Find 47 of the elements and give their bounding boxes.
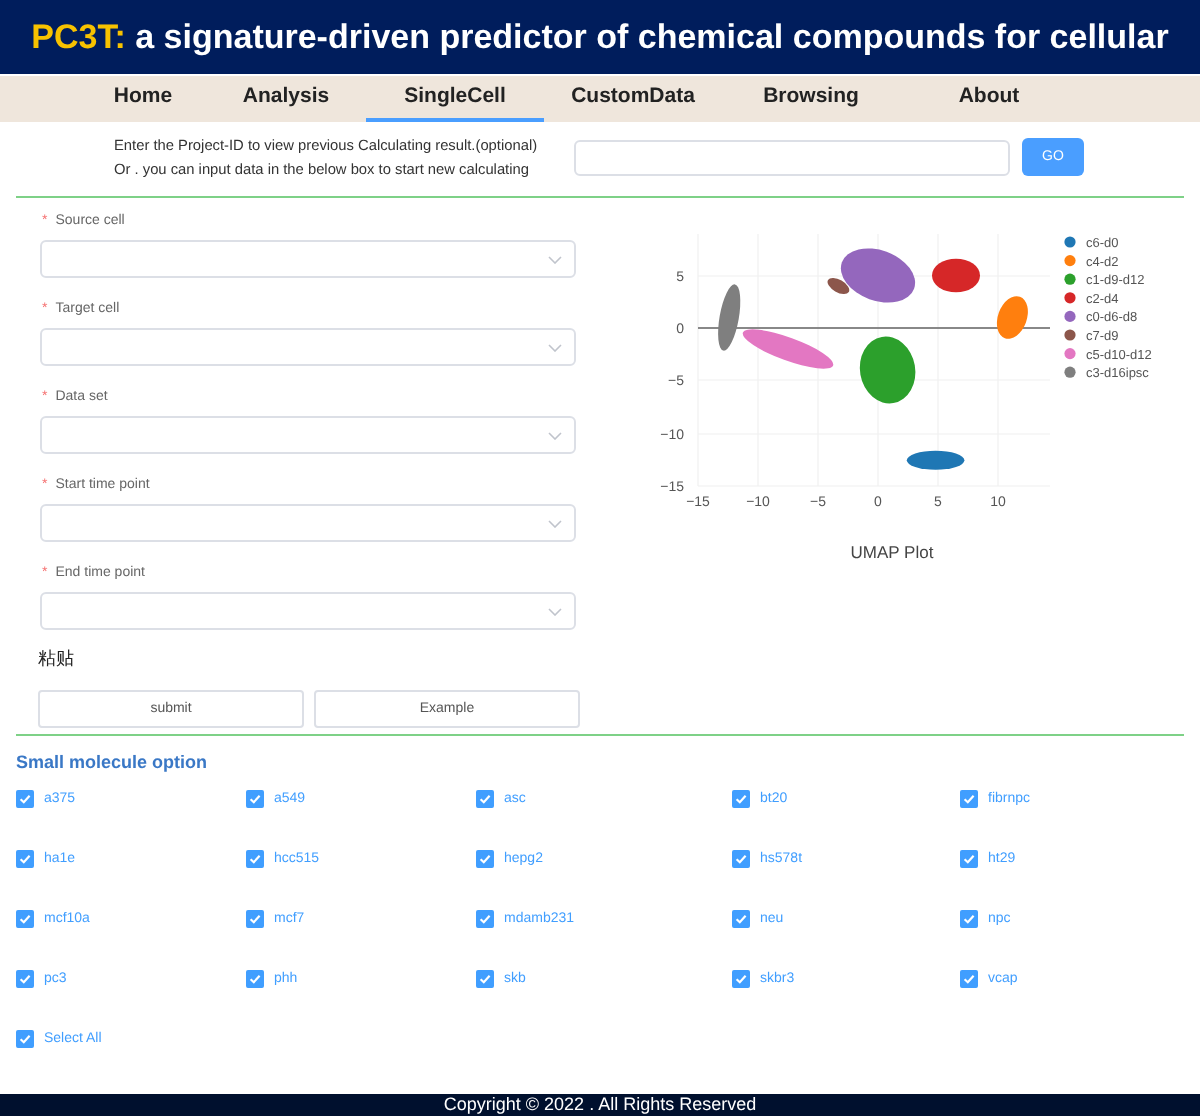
nav-tab[interactable]: CustomData xyxy=(544,76,722,122)
chevron-down-icon xyxy=(548,519,562,527)
checkbox[interactable] xyxy=(16,969,34,987)
checkbox[interactable] xyxy=(476,789,494,807)
checkbox[interactable] xyxy=(246,849,264,867)
point-cluster xyxy=(859,336,916,404)
checkbox[interactable] xyxy=(960,849,978,867)
nav-tab[interactable]: Analysis xyxy=(206,76,366,122)
select-field[interactable] xyxy=(40,240,576,278)
select-field[interactable] xyxy=(40,592,576,630)
checkbox[interactable] xyxy=(476,909,494,927)
point-cluster xyxy=(932,258,980,293)
checkbox[interactable] xyxy=(732,969,750,987)
chevron-down-icon xyxy=(548,607,562,615)
nav-tab[interactable]: Browsing xyxy=(722,76,900,122)
checkbox[interactable] xyxy=(960,969,978,987)
checkbox[interactable] xyxy=(960,789,978,807)
checkbox[interactable] xyxy=(476,849,494,867)
checkbox[interactable] xyxy=(246,969,264,987)
nav-tab[interactable]: About xyxy=(900,76,1078,122)
project-id-field[interactable] xyxy=(574,139,1010,175)
checkbox[interactable] xyxy=(246,789,264,807)
select-field[interactable] xyxy=(40,504,576,542)
site-title: PC3T: a signature-driven predictor of chemical compounds for cellular xyxy=(31,17,1169,57)
chevron-down-icon xyxy=(548,431,562,439)
plot-caption: UMAP Plot xyxy=(848,542,936,562)
checkbox[interactable] xyxy=(732,909,750,927)
checkbox[interactable] xyxy=(16,1029,34,1047)
checkbox[interactable] xyxy=(476,969,494,987)
chevron-down-icon xyxy=(548,255,562,263)
checkbox[interactable] xyxy=(732,849,750,867)
checkbox[interactable] xyxy=(732,789,750,807)
chevron-down-icon xyxy=(548,343,562,351)
point-cluster xyxy=(996,296,1028,339)
paste-label: 粘贴 xyxy=(38,646,76,672)
copyright-text: Copyright © 2022 . All Rights Reserved xyxy=(443,1094,757,1116)
checkbox[interactable] xyxy=(960,909,978,927)
select-field[interactable] xyxy=(40,328,576,366)
checkbox[interactable] xyxy=(246,909,264,927)
nav-tab[interactable]: SingleCell xyxy=(366,76,544,122)
select-field[interactable] xyxy=(40,416,576,454)
point-cluster xyxy=(906,450,965,470)
checkbox[interactable] xyxy=(16,849,34,867)
checkbox[interactable] xyxy=(16,909,34,927)
nav-tab[interactable]: Home xyxy=(80,76,206,122)
section-heading: Small molecule option xyxy=(16,752,210,772)
checkbox[interactable] xyxy=(16,789,34,807)
